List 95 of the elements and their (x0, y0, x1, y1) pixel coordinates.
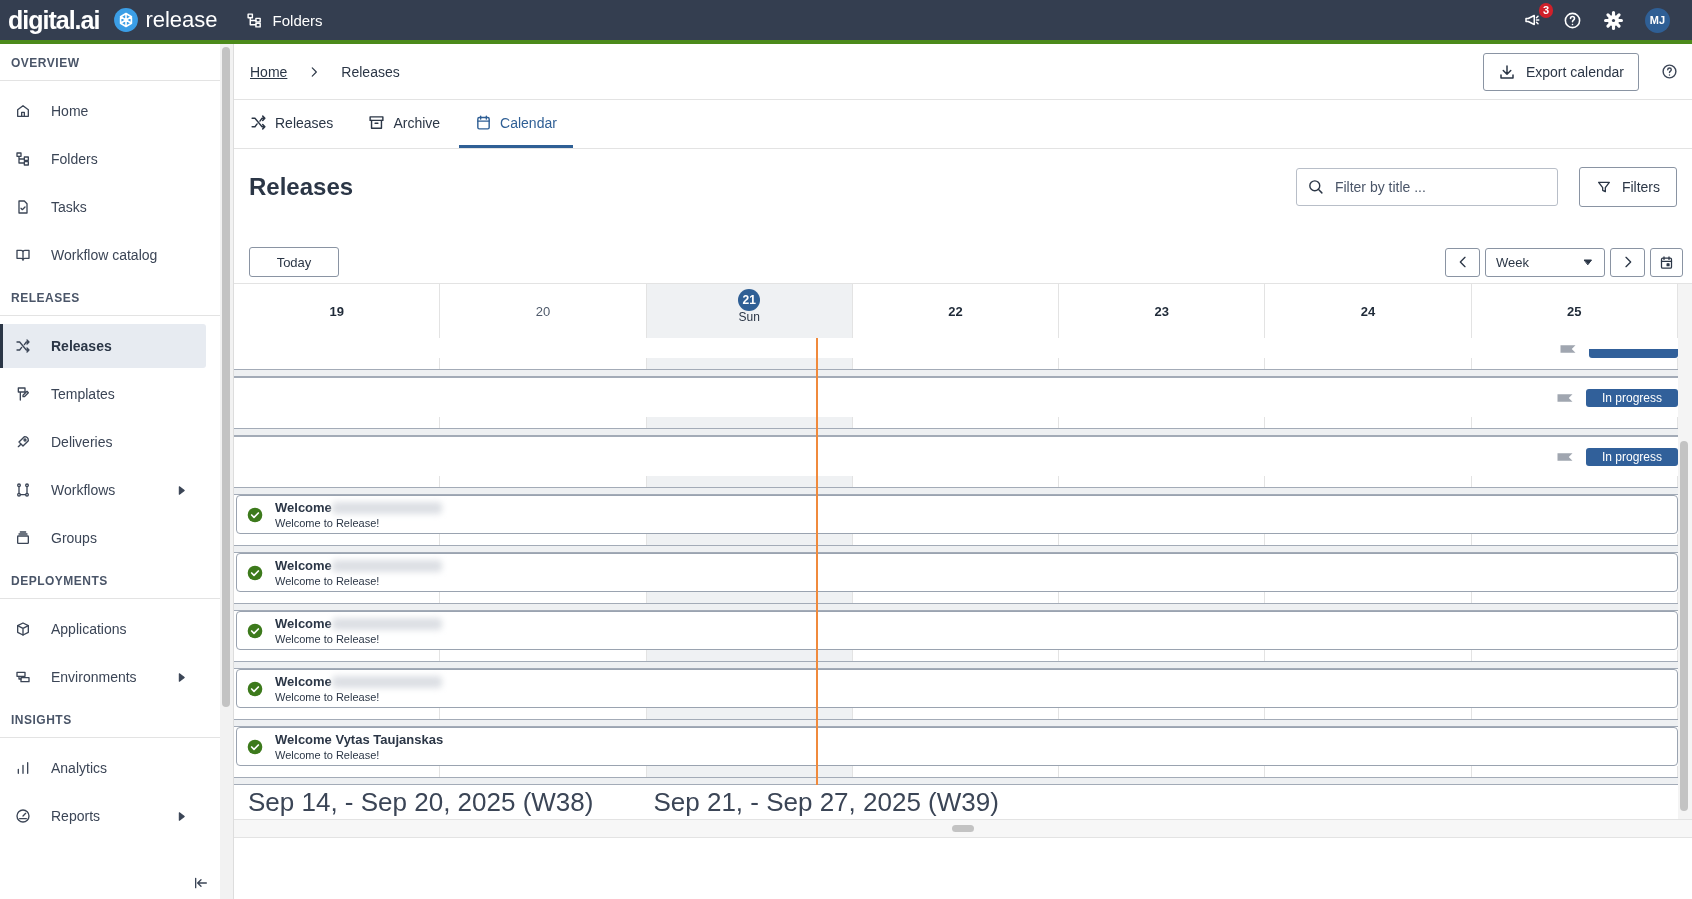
sidebar-item[interactable]: Folders (0, 137, 206, 181)
scrollbar-thumb[interactable] (222, 47, 230, 707)
day-number: 19 (329, 303, 344, 319)
archive-icon (368, 114, 386, 131)
sidebar-item[interactable]: Workflow catalog (0, 233, 206, 277)
sidebar-item[interactable]: Templates (0, 372, 206, 416)
sidebar-item[interactable]: Applications (0, 607, 206, 651)
book-icon (15, 247, 31, 263)
today-button[interactable]: Today (249, 247, 339, 277)
release-title: Welcome (275, 558, 332, 573)
sidebar-item[interactable]: Home (0, 89, 206, 133)
sidebar-item[interactable]: Analytics (0, 746, 206, 790)
collapse-sidebar-button[interactable] (193, 875, 209, 891)
sidebar-item[interactable]: Releases (0, 324, 206, 368)
scrollbar-thumb[interactable] (1680, 441, 1688, 811)
release-description: Welcome to Release! (275, 517, 381, 529)
view-select[interactable]: Week (1485, 247, 1605, 277)
day-number: 20 (535, 303, 551, 319)
calendar-icon (475, 114, 493, 131)
rocket-icon (15, 434, 31, 450)
page-heading: Releases (249, 173, 355, 201)
breadcrumb-current: Releases (341, 63, 400, 80)
week-range-label: Sep 14, - Sep 20, 2025 (W38) (248, 786, 594, 818)
folder-tree-icon (245, 11, 263, 29)
tab[interactable]: Calendar (459, 100, 573, 148)
settings-button[interactable] (1604, 10, 1623, 30)
day-number: 23 (1154, 303, 1169, 319)
shuffle-icon (15, 338, 31, 354)
day-number: 22 (948, 303, 963, 319)
release-card[interactable]: Welcome Welcome to Release! (236, 611, 1678, 650)
folder-tree-icon (15, 151, 31, 167)
release-card[interactable]: Welcome Welcome to Release! (236, 495, 1678, 534)
user-avatar[interactable]: MJ (1645, 7, 1670, 33)
bar-chart-icon (15, 760, 31, 776)
status-badge: In progress (1585, 447, 1678, 466)
sidebar-item[interactable]: Environments (0, 655, 206, 699)
home-icon (15, 103, 31, 119)
sidebar-item[interactable]: Groups (0, 516, 206, 560)
folders-link[interactable]: Folders (245, 11, 323, 29)
brand-logo: digital.ai (8, 5, 100, 35)
release-card[interactable]: Welcome Welcome to Release! (236, 553, 1678, 592)
release-card[interactable]: Welcome Vytas Taujanskas Welcome to Release! (236, 727, 1678, 766)
help-icon (1661, 63, 1678, 80)
calendar-icon (1659, 254, 1674, 270)
date-picker-button[interactable] (1650, 247, 1683, 277)
release-title: Welcome (275, 674, 332, 689)
release-title: Welcome (275, 616, 332, 631)
release-description: Welcome to Release! (275, 749, 381, 761)
week-range-label: Sep 21, - Sep 27, 2025 (W39) (653, 786, 999, 818)
settings-icon (1604, 10, 1623, 30)
next-button[interactable] (1610, 247, 1645, 277)
template-icon (15, 386, 31, 402)
export-button[interactable]: Export calendar (1482, 52, 1639, 91)
filters-button[interactable]: Filters (1578, 167, 1677, 207)
sidebar-item[interactable]: Reports (0, 794, 206, 838)
sidebar-item[interactable]: Workflows (0, 468, 206, 512)
workflow-icon (15, 482, 31, 498)
filter-icon (1595, 179, 1612, 195)
collapse-icon (193, 875, 209, 891)
status-badge: In progress (1585, 388, 1678, 407)
help-button[interactable] (1563, 10, 1582, 30)
scrollbar-thumb[interactable] (952, 825, 974, 832)
sidebar-item[interactable]: Tasks (0, 185, 206, 229)
search-icon (1306, 178, 1324, 195)
search-field[interactable]: Filter by title ... (1295, 168, 1558, 206)
help-button[interactable] (1661, 63, 1678, 80)
breadcrumb-link[interactable]: Home (250, 63, 288, 80)
previous-button[interactable] (1445, 247, 1480, 277)
release-description: Welcome to Release! (275, 691, 381, 703)
product-logo-icon (113, 7, 140, 33)
document-icon (15, 199, 31, 215)
release-description: Welcome to Release! (275, 633, 381, 645)
cube-icon (15, 621, 31, 637)
notification-badge: 3 (1538, 3, 1553, 18)
release-card[interactable]: Welcome Welcome to Release! (236, 669, 1678, 708)
release-title: Welcome Vytas Taujanskas (275, 732, 444, 747)
release-description: Welcome to Release! (275, 575, 381, 587)
caret-down-icon (1582, 256, 1594, 268)
sidebar-item[interactable]: Deliveries (0, 420, 206, 464)
release-row[interactable]: In progress (234, 436, 1678, 476)
release-title: Welcome (275, 500, 332, 515)
tab[interactable]: Archive (368, 100, 458, 148)
day-number: 25 (1567, 303, 1582, 319)
help-icon (1563, 10, 1582, 30)
product-name: release (145, 7, 218, 33)
shuffle-icon (250, 114, 267, 131)
today-date: 21 (738, 288, 761, 311)
release-row[interactable]: In progress (234, 377, 1678, 417)
weekday-label: Sun (738, 310, 760, 324)
tab[interactable]: Releases (250, 100, 351, 148)
stack-icon (15, 530, 31, 546)
day-number: 24 (1360, 303, 1376, 319)
environment-icon (15, 669, 31, 685)
download-icon (1497, 62, 1516, 81)
gauge-icon (15, 808, 31, 824)
